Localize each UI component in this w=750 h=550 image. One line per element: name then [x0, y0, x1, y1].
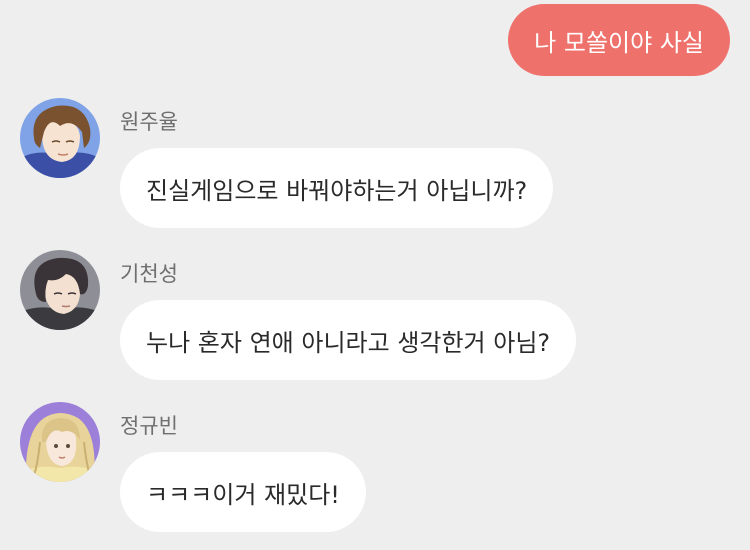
- incoming-message-bubble[interactable]: 진실게임으로 바꿔야하는거 아닙니까?: [120, 148, 554, 228]
- incoming-message-bubble[interactable]: 누나 혼자 연애 아니라고 생각한거 아님?: [120, 300, 577, 380]
- girl-blonde-hair-avatar-icon[interactable]: [20, 402, 100, 482]
- boy-brown-hair-avatar-icon[interactable]: [20, 98, 100, 178]
- sender-name: 원주율: [120, 110, 178, 134]
- outgoing-message-bubble[interactable]: 나 모쏠이야 사실: [508, 4, 730, 76]
- sender-name: 정규빈: [120, 414, 178, 438]
- boy-black-hair-avatar-icon[interactable]: [20, 250, 100, 330]
- incoming-message-bubble[interactable]: ㅋㅋㅋ이거 재밌다!: [120, 452, 366, 532]
- sender-name: 기천성: [120, 262, 178, 286]
- chat-thread[interactable]: 나 모쏠이야 사실 원주율 진실게임으로 바꿔야하는거 아닙니까? 기천성 누나…: [0, 0, 750, 550]
